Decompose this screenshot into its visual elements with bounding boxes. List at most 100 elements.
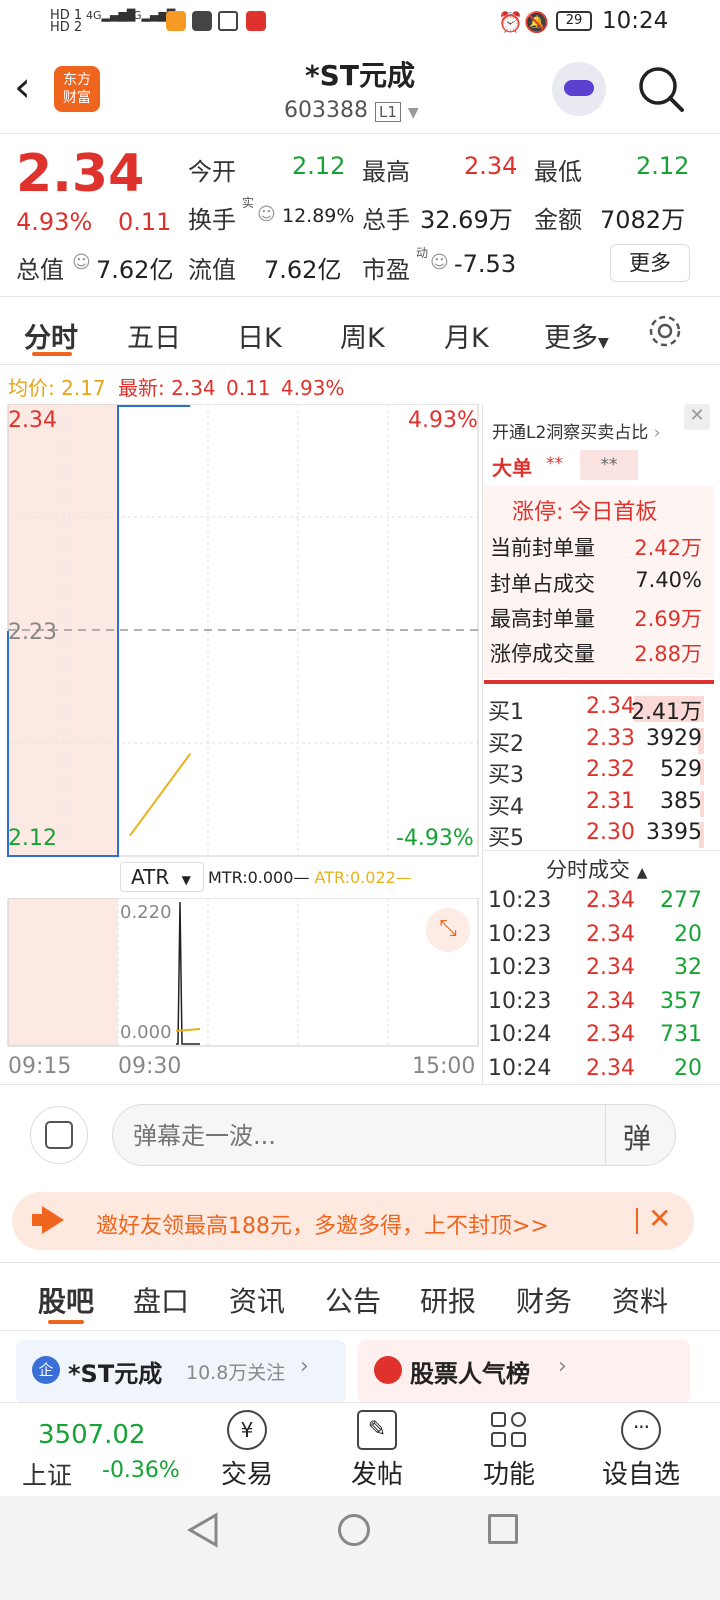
grid-cell [491, 1432, 506, 1447]
bid-volume: 529 [660, 757, 702, 782]
indicator-legend: MTR:0.000— ATR:0.022— [208, 868, 412, 887]
tab-more[interactable]: 更多▼ [544, 316, 609, 355]
y-axis-top: 2.34 [8, 408, 57, 433]
danmu-icon-shape [45, 1121, 73, 1149]
bid-row[interactable]: 买5 2.30 3395 [488, 820, 714, 851]
divider [0, 1262, 720, 1263]
bid-label: 买5 [488, 826, 524, 851]
latest-label: 最新: [118, 376, 165, 400]
nav-trade[interactable]: ¥ 交易 [182, 1410, 312, 1491]
info-icon[interactable]: ☺ [72, 252, 91, 273]
latest-pct: 4.93% [280, 376, 345, 400]
back-triangle-icon[interactable] [186, 1512, 220, 1548]
nav-post[interactable]: ✎ 发帖 [312, 1410, 442, 1491]
chevron-right-icon: › [653, 423, 661, 443]
tab-monthly-k[interactable]: 月K [444, 316, 489, 355]
bid-row[interactable]: 买1 2.34 2.41万 [488, 694, 714, 725]
tab-forum[interactable]: 股吧 [38, 1280, 94, 1320]
mktcap-value: 7.62亿 [96, 256, 174, 284]
trade-row: 10:23 2.34 277 [488, 888, 714, 920]
mute-icon: 🔕 [524, 10, 549, 34]
danmu-input[interactable] [133, 1119, 593, 1153]
trade-time: 10:23 [488, 921, 552, 947]
tab-five-day[interactable]: 五日 [127, 316, 181, 355]
intraday-chart[interactable] [0, 404, 482, 864]
caret-down-icon: ▼ [181, 873, 191, 887]
info-icon[interactable]: ☺ [430, 252, 449, 273]
header: ‹ 东方 财富 *ST元成 603388 L1 ▼ [0, 44, 720, 134]
atr-label: ATR:0.022 [314, 868, 396, 887]
tab-weekly-k[interactable]: 周K [340, 316, 385, 355]
tab-intraday[interactable]: 分时 [24, 316, 78, 355]
bid-volume: 3929 [646, 725, 702, 751]
recents-square-icon[interactable] [488, 1514, 518, 1544]
status-bar: HD 1 HD 2 4G▂▄▆█ 4G▂▄▆█ ⏰ 🔕 29 10:24 [0, 0, 720, 44]
indicator-value: ATR [131, 865, 170, 889]
tab-daily-k[interactable]: 日K [237, 316, 282, 355]
card-followers: 10.8万关注 [186, 1362, 286, 1384]
indicator-select[interactable]: ATR ▼ [120, 862, 204, 892]
home-circle-icon[interactable] [338, 1514, 370, 1546]
info-icon[interactable]: ☺ [257, 204, 276, 225]
divider [0, 1084, 720, 1085]
tab-research[interactable]: 研报 [420, 1280, 476, 1320]
system-nav-bar [0, 1496, 720, 1600]
promo-banner[interactable]: 邀好友领最高188元，多邀多得，上不封顶>> ✕ [12, 1192, 694, 1250]
stock-forum-card[interactable]: 企 *ST元成 10.8万关注 › [16, 1340, 346, 1404]
nav-functions[interactable]: 功能 [444, 1410, 574, 1491]
amount-label: 金额 [534, 206, 582, 234]
pre-market-area [8, 898, 118, 1046]
danmu-input-box[interactable]: 弹 [112, 1104, 676, 1166]
more-button[interactable]: 更多 [610, 244, 690, 282]
trades-header[interactable]: 分时成交 ▲ [546, 854, 647, 884]
megaphone-cone [42, 1206, 64, 1234]
card-stock-name: *ST元成 [68, 1360, 163, 1388]
stat-row: 当前封单量 2.42万 [490, 532, 712, 562]
level-badge: L1 [374, 102, 401, 122]
change-value: 0.11 [118, 208, 172, 236]
mtr-line [176, 901, 200, 1045]
stat-value: 2.69万 [634, 607, 702, 631]
stat-row: 封单占成交 7.40% [490, 568, 712, 598]
caret-down-icon: ▼ [407, 105, 419, 121]
index-ticker[interactable]: 3507.02 [30, 1420, 146, 1450]
trade-volume: 32 [674, 955, 702, 980]
tab-finance[interactable]: 财务 [516, 1280, 572, 1320]
nav-add-watchlist[interactable]: ··· 设自选 [576, 1410, 706, 1491]
close-icon[interactable]: ✕ [648, 1202, 671, 1235]
expand-icon[interactable]: ⤡ [426, 908, 470, 952]
bid-volume: 2.41万 [631, 700, 702, 725]
danmu-send-button[interactable]: 弹 [623, 1117, 651, 1157]
turnover-value: 12.89% [282, 205, 355, 227]
trade-volume: 357 [660, 988, 702, 1014]
atr-subchart[interactable] [0, 898, 482, 1048]
tab-announcements[interactable]: 公告 [325, 1280, 381, 1320]
danmu-toggle-icon[interactable] [30, 1106, 88, 1164]
tab-news[interactable]: 资讯 [229, 1280, 285, 1320]
stock-code-row[interactable]: 603388 L1 ▼ [284, 98, 419, 123]
clock: 10:24 [602, 8, 669, 34]
big-order-val1: ** [546, 454, 563, 474]
bid-row[interactable]: 买2 2.33 3929 [488, 725, 714, 757]
bid-label: 买2 [488, 731, 524, 757]
trade-price: 2.34 [586, 988, 635, 1014]
settings-gear-icon[interactable] [646, 312, 684, 350]
danmu-divider [605, 1105, 606, 1165]
time-label-close: 15:00 [412, 1054, 476, 1079]
robot-assistant-icon[interactable] [552, 62, 606, 116]
limit-text: 今日首板 [569, 500, 658, 525]
avg-label: 均价: [8, 376, 55, 400]
net2-text: 4G [126, 9, 142, 22]
bid-row[interactable]: 买3 2.32 529 [488, 757, 714, 788]
tab-profile[interactable]: 资料 [612, 1280, 668, 1320]
back-button[interactable]: ‹ [14, 66, 31, 108]
index-change: -0.36% [102, 1458, 180, 1483]
close-icon[interactable]: ✕ [684, 404, 710, 430]
divider [0, 296, 720, 297]
latest-value: 2.34 [171, 376, 216, 400]
search-icon[interactable] [636, 64, 686, 114]
popularity-card[interactable]: 股票人气榜 › [358, 1340, 690, 1404]
tab-order-book[interactable]: 盘口 [133, 1280, 189, 1320]
l2-link[interactable]: 开通L2洞察买卖占比 › [492, 418, 661, 443]
bid-row[interactable]: 买4 2.31 385 [488, 789, 714, 820]
